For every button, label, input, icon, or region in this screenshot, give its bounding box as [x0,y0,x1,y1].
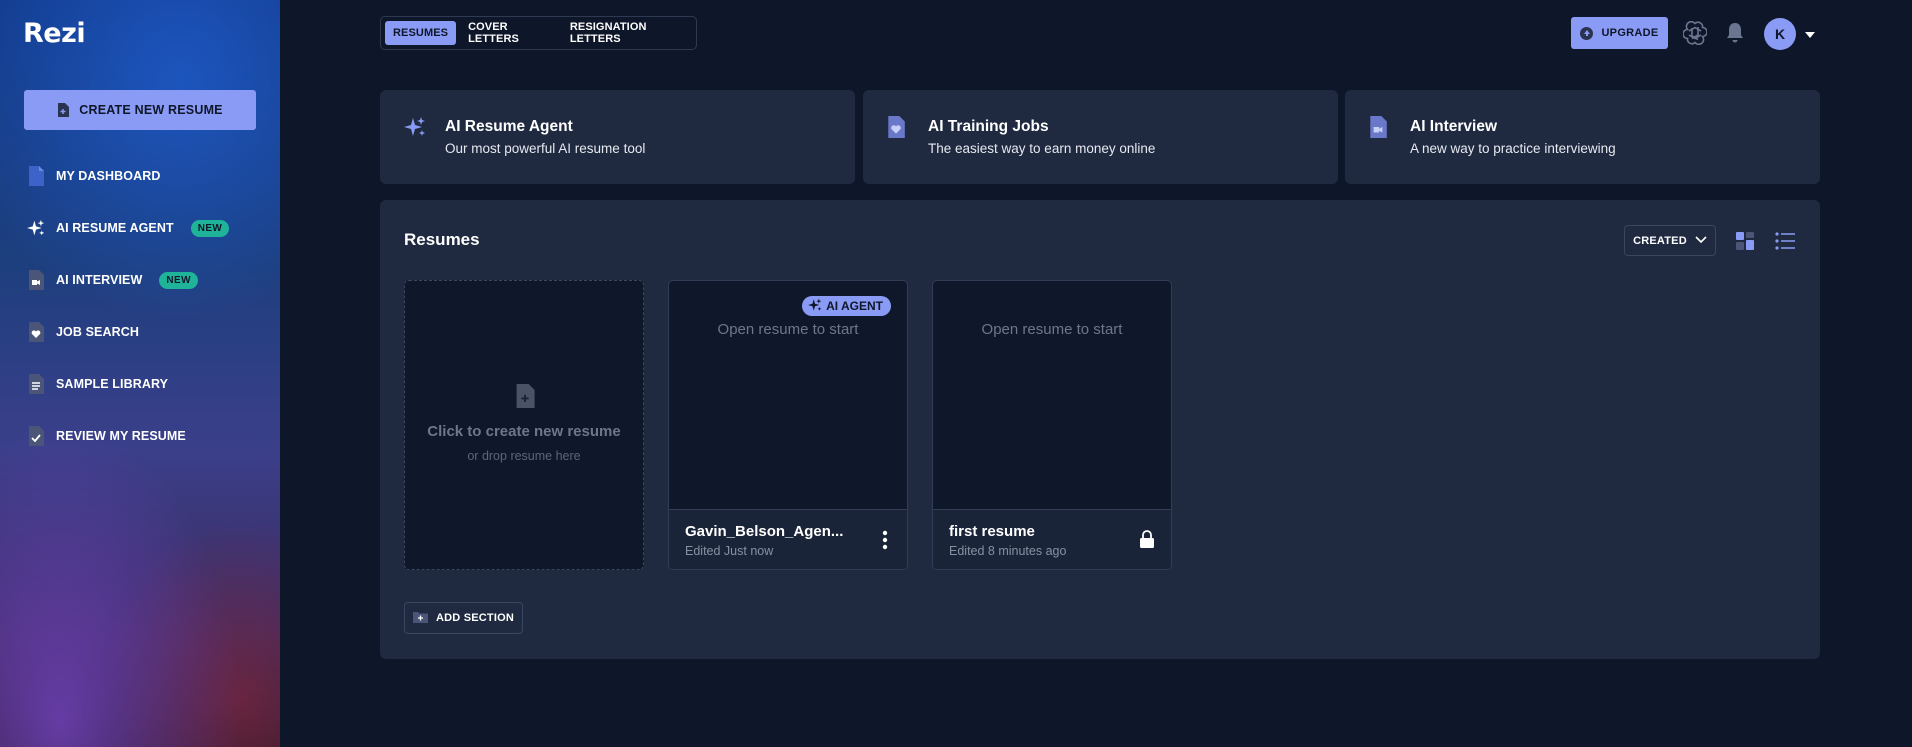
resume-preview-text: Open resume to start [717,321,859,338]
add-folder-icon [413,611,428,626]
feature-subtitle: Our most powerful AI resume tool [445,141,646,156]
resume-preview[interactable]: Open resume to start [933,281,1171,509]
feature-card-ai-training-jobs[interactable]: AI Training Jobs The easiest way to earn… [863,90,1338,184]
sidebar-item-review-my-resume[interactable]: REVIEW MY RESUME [0,410,280,462]
resumes-panel: Resumes CREATED Click to create new resu… [380,200,1820,659]
sort-label: CREATED [1633,234,1687,247]
ai-agent-badge: AI AGENT [802,296,891,316]
resume-preview-text: Open resume to start [981,321,1123,338]
resume-name[interactable]: Gavin_Belson_Agen... [685,523,843,540]
tab-resumes[interactable]: RESUMES [385,21,457,45]
upgrade-arrow-icon [1580,26,1594,40]
sparkle-icon [808,298,822,315]
chevron-down-icon [1695,235,1707,247]
add-section-button[interactable]: ADD SECTION [404,602,523,634]
sidebar-item-label: MY DASHBOARD [56,169,161,183]
chevron-down-icon[interactable] [1804,28,1816,40]
feature-card-ai-resume-agent[interactable]: AI Resume Agent Our most powerful AI res… [380,90,855,184]
sidebar-item-label: AI RESUME AGENT [56,221,174,235]
sidebar-item-my-dashboard[interactable]: MY DASHBOARD [0,150,280,202]
app-logo[interactable]: Rezi [23,18,86,49]
feature-card-ai-interview[interactable]: AI Interview A new way to practice inter… [1345,90,1820,184]
sidebar-nav: MY DASHBOARD AI RESUME AGENT NEW AI INTE… [0,150,280,462]
section-title: Resumes [404,230,480,249]
heart-document-icon [887,116,909,138]
resume-edited-time: Edited Just now [685,544,774,558]
document-type-tabs: RESUMES COVER LETTERS RESIGNATION LETTER… [380,16,697,50]
ai-assistant-icon[interactable] [1682,20,1708,46]
create-resume-title: Click to create new resume [427,423,621,440]
sidebar-item-label: AI INTERVIEW [56,273,143,287]
sparkle-icon [27,218,45,238]
sidebar-item-label: JOB SEARCH [56,325,139,339]
feature-title: AI Interview [1410,118,1497,135]
resume-card-footer: first resume Edited 8 minutes ago [933,509,1171,569]
create-new-resume-button[interactable]: CREATE NEW RESUME [24,90,256,130]
lock-icon[interactable] [1139,530,1155,548]
resume-name[interactable]: first resume [949,523,1035,540]
create-resume-subtitle: or drop resume here [467,449,581,463]
sidebar-item-job-search[interactable]: JOB SEARCH [0,306,280,358]
feature-title: AI Training Jobs [928,118,1049,135]
avatar[interactable]: K [1764,18,1796,50]
feature-subtitle: The easiest way to earn money online [928,141,1156,156]
resume-edited-time: Edited 8 minutes ago [949,544,1067,558]
upgrade-label: UPGRADE [1601,27,1659,39]
create-resume-dropzone[interactable]: Click to create new resume or drop resum… [404,280,644,570]
video-document-icon [27,270,45,290]
sort-dropdown[interactable]: CREATED [1624,225,1716,256]
new-badge: NEW [190,219,230,237]
upgrade-button[interactable]: UPGRADE [1571,17,1668,49]
bell-icon[interactable] [1722,20,1748,46]
sidebar-item-label: REVIEW MY RESUME [56,429,186,443]
resume-card: Open resume to start first resume Edited… [932,280,1172,570]
grid-view-icon[interactable] [1734,230,1756,252]
feature-title: AI Resume Agent [445,118,573,135]
sidebar-item-ai-resume-agent[interactable]: AI RESUME AGENT NEW [0,202,280,254]
add-section-label: ADD SECTION [436,612,514,624]
list-view-icon[interactable] [1774,230,1796,252]
sparkle-icon [404,116,426,138]
video-document-icon [1369,116,1391,138]
check-document-icon [27,426,45,446]
sidebar-item-sample-library[interactable]: SAMPLE LIBRARY [0,358,280,410]
more-options-icon[interactable] [881,530,889,550]
ai-agent-badge-label: AI AGENT [826,299,883,313]
create-new-resume-label: CREATE NEW RESUME [79,103,223,117]
sidebar-item-label: SAMPLE LIBRARY [56,377,169,391]
tab-cover-letters[interactable]: COVER LETTERS [460,21,558,45]
sidebar-item-ai-interview[interactable]: AI INTERVIEW NEW [0,254,280,306]
resume-card-footer: Gavin_Belson_Agen... Edited Just now [669,509,907,569]
list-document-icon [27,374,45,394]
document-icon [27,166,45,186]
sidebar: Rezi CREATE NEW RESUME MY DASHBOARD AI R… [0,0,280,747]
feature-subtitle: A new way to practice interviewing [1410,141,1616,156]
new-document-icon [515,384,535,408]
new-document-icon [57,103,70,117]
new-badge: NEW [159,271,198,289]
resume-card: Open resume to start AI AGENT Gavin_Bels… [668,280,908,570]
tab-resignation-letters[interactable]: RESIGNATION LETTERS [562,21,692,45]
heart-document-icon [27,322,45,342]
